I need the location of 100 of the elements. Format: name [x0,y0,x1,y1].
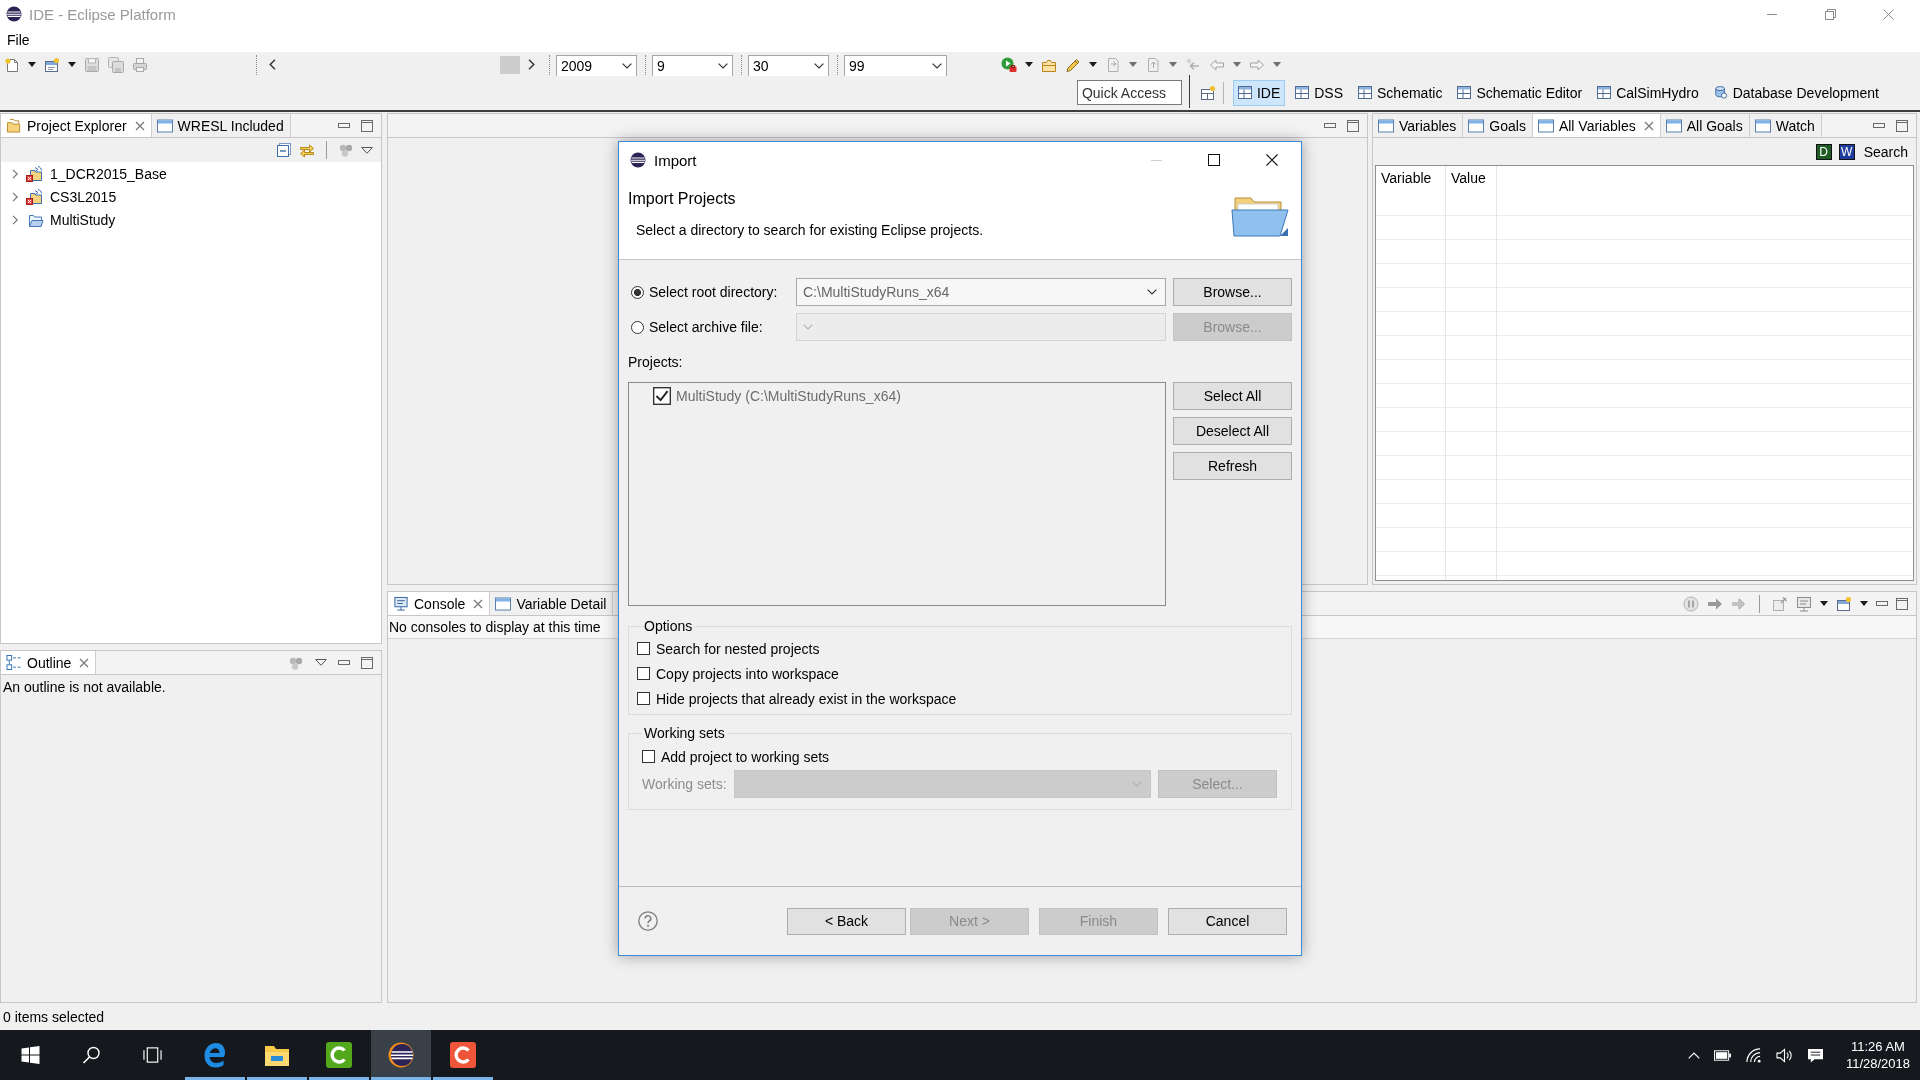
dropdown-caret-icon[interactable] [68,62,76,67]
grid-window-icon [1457,86,1472,99]
toolbar-dropdown[interactable]: 30 [748,55,829,76]
dropdown-caret-icon[interactable] [1025,62,1033,67]
menu-item[interactable]: File [7,32,30,48]
clock-date[interactable]: 11/28/2018 [1845,1055,1910,1072]
perspective-button[interactable]: DSS [1290,79,1349,106]
taskbar-app[interactable] [371,1030,431,1080]
new-file-icon[interactable] [4,56,20,73]
run-icon[interactable] [1001,56,1017,73]
perspective-button[interactable]: Schematic [1353,79,1448,106]
minimize-icon[interactable] [1767,13,1777,15]
close-icon[interactable] [1266,154,1278,166]
section-label: Projects: [628,353,683,372]
window-icon [1754,118,1771,133]
notification-icon[interactable] [1806,1047,1824,1063]
path-combo[interactable]: C:\MultiStudyRuns_x64 [796,278,1166,306]
grid-window-icon [1358,86,1373,99]
task-view-icon[interactable] [143,1046,162,1064]
toolbar-dropdown[interactable]: 9 [652,55,733,76]
dropdown-caret-icon[interactable] [1860,601,1868,606]
minimize-icon[interactable] [1876,601,1888,606]
dropdown-caret-icon[interactable] [1820,601,1828,606]
letter-toggle-button[interactable]: W [1838,143,1855,160]
minimize-icon[interactable] [338,123,350,128]
toolbar-dropdown[interactable]: 2009 [556,55,637,76]
new-window-icon[interactable] [44,56,60,73]
view-menu-icon[interactable] [361,146,373,154]
chevron-down-icon[interactable] [622,63,632,69]
chevron-up-icon[interactable] [1687,1051,1700,1059]
view-menu-icon[interactable] [315,659,327,666]
checkbox[interactable] [642,750,655,763]
scroll-thumb[interactable] [500,55,520,74]
chevron-right-icon[interactable] [528,59,535,70]
pencil-icon[interactable] [1065,56,1081,73]
perspective-button[interactable]: Database Development [1708,79,1884,106]
column-header[interactable]: Value [1451,170,1486,186]
checkbox[interactable] [637,667,650,680]
radio-label[interactable]: Select archive file: [649,319,763,335]
group-title: Working sets [643,724,726,743]
tree-item[interactable]: MultiStudy [50,211,116,228]
perspective-button[interactable]: Schematic Editor [1452,79,1588,106]
dropdown-caret-icon[interactable] [1089,62,1097,67]
wizard-button[interactable]: Cancel [1168,907,1287,935]
link-arrows-icon[interactable] [299,142,315,158]
minimize-icon[interactable] [1873,123,1885,128]
help-icon[interactable] [638,911,658,931]
checkbox-label[interactable]: Add project to working sets [661,748,830,765]
minimize-icon[interactable] [1324,123,1336,128]
tree-item[interactable]: 1_DCR2015_Base [50,165,167,182]
dropdown-caret-icon[interactable] [28,62,36,67]
clock-time[interactable]: 11:26 AM [1850,1038,1905,1055]
chevron-down-icon[interactable] [814,63,824,69]
column-header[interactable]: Variable [1381,170,1432,186]
view-tab[interactable]: All Variables [1532,114,1661,137]
chevron-down-icon[interactable] [932,63,942,69]
window-icon [1665,118,1682,133]
open-perspective-icon[interactable] [1199,84,1216,101]
browse-button[interactable]: Browse... [1173,278,1292,306]
view-tab[interactable]: Console [388,592,491,615]
perspective-button[interactable]: IDE [1232,79,1286,106]
quick-access-field[interactable]: Quick Access [1076,80,1182,105]
checkbox-label[interactable]: Search for nested projects [656,640,820,657]
letter-e-icon [202,1042,228,1068]
list-item-label[interactable]: MultiStudy (C:\MultiStudyRuns_x64) [676,388,901,404]
wifi-icon[interactable] [1744,1047,1762,1063]
speaker-icon[interactable] [1775,1047,1793,1063]
list-action-button[interactable]: Refresh [1173,452,1292,480]
radio-button[interactable] [631,320,644,334]
radio-label[interactable]: Select root directory: [649,284,778,300]
checkbox[interactable] [637,642,650,655]
collapse-all-icon[interactable] [276,142,292,158]
minimize-icon[interactable] [338,660,350,665]
checkbox[interactable] [653,387,671,405]
maximize-icon[interactable] [1208,154,1220,166]
toolbar-dropdown[interactable]: 99 [844,55,947,76]
tree-item[interactable]: CS3L2015 [50,188,117,205]
restore-icon[interactable] [1824,8,1836,20]
app-logo-icon [6,6,22,22]
battery-icon[interactable] [1713,1047,1731,1063]
new-window-icon[interactable] [1836,595,1852,612]
chevron-down-icon[interactable] [1147,289,1157,295]
view-tab[interactable]: Outline [1,651,97,674]
wizard-button[interactable]: < Back [787,907,906,935]
checkbox[interactable] [637,692,650,705]
chevron-left-icon[interactable] [269,59,276,70]
list-action-button[interactable]: Deselect All [1173,417,1292,445]
view-tab[interactable]: Project Explorer [1,114,152,137]
checkbox-label[interactable]: Copy projects into workspace [656,665,839,682]
letter-toggle-button[interactable]: D [1815,143,1832,160]
checkbox-label[interactable]: Hide projects that already exist in the workspace [656,690,957,707]
start-icon[interactable] [21,1046,40,1064]
search-button[interactable]: Search [1861,143,1910,160]
chevron-down-icon[interactable] [718,63,728,69]
radio-button[interactable] [631,285,644,299]
perspective-button[interactable]: CalSimHydro [1592,79,1704,106]
monitor-icon[interactable] [1796,595,1812,612]
back-star-icon[interactable] [1185,56,1201,73]
search-icon[interactable] [82,1046,101,1064]
list-action-button[interactable]: Select All [1173,382,1292,410]
